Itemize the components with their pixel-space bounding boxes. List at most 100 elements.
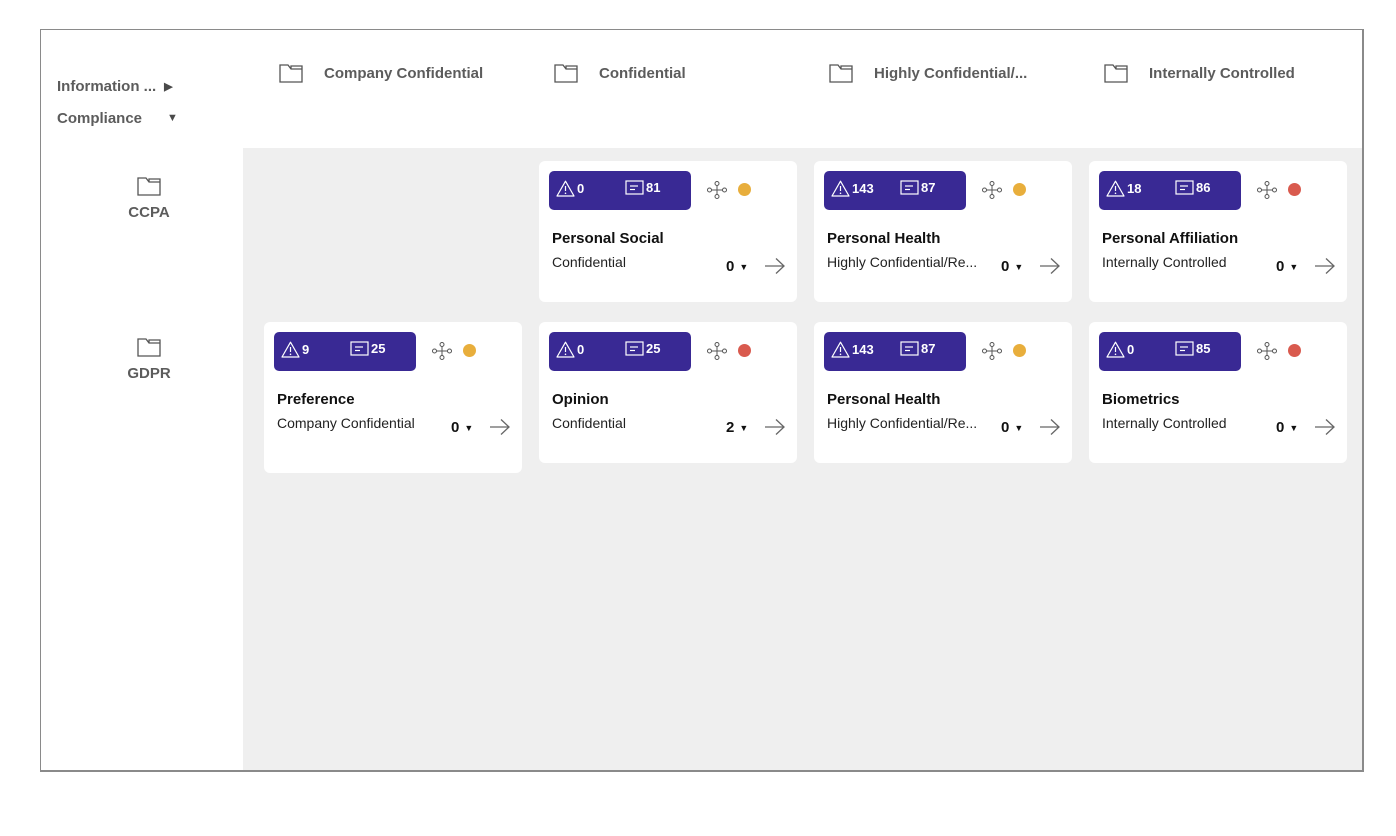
count-value: 0 [1276, 419, 1285, 436]
caret-down-icon: ▼ [1289, 261, 1299, 272]
caret-down-icon: ▼ [464, 422, 474, 433]
count-dropdown[interactable]: 0 ▼ [1276, 419, 1298, 436]
data-card[interactable]: 0 81 Personal Social Confidential 0 ▼ [539, 161, 797, 302]
count-dropdown[interactable]: 2 ▼ [726, 419, 748, 436]
notes-metric[interactable]: 87 [900, 180, 935, 195]
notes-metric[interactable]: 25 [350, 341, 385, 356]
notes-metric[interactable]: 81 [625, 180, 660, 195]
arrow-right-icon[interactable] [1314, 418, 1336, 441]
column-header-confidential[interactable]: Confidential [554, 64, 686, 83]
card-classification: Confidential [552, 254, 626, 270]
notes-metric[interactable]: 85 [1175, 341, 1210, 356]
triangle-right-icon[interactable]: ▶ [164, 80, 172, 93]
count-dropdown[interactable]: 0 ▼ [1001, 258, 1023, 275]
warning-triangle-icon [281, 341, 300, 358]
notes-count: 25 [371, 341, 386, 356]
warnings-metric[interactable]: 143 [831, 341, 874, 358]
notes-count: 86 [1196, 180, 1211, 195]
data-card[interactable]: 143 87 Personal Health Highly Confidenti… [814, 161, 1072, 302]
warnings-metric[interactable]: 0 [556, 341, 584, 358]
status-indicator [463, 344, 476, 357]
network-graph-icon[interactable] [707, 342, 727, 365]
cols-axis-label: Compliance [57, 109, 143, 127]
notes-icon [625, 341, 644, 356]
column-label: Internally Controlled [1149, 65, 1295, 82]
count-dropdown[interactable]: 0 ▼ [1001, 419, 1023, 436]
warnings-count: 143 [852, 342, 874, 357]
notes-metric[interactable]: 86 [1175, 180, 1210, 195]
data-card[interactable]: 0 85 Biometrics Internally Controlled 0 … [1089, 322, 1347, 463]
network-graph-icon[interactable] [982, 181, 1002, 204]
count-dropdown[interactable]: 0 ▼ [726, 258, 748, 275]
arrow-right-icon[interactable] [1314, 257, 1336, 280]
notes-metric[interactable]: 25 [625, 341, 660, 356]
status-indicator [1013, 183, 1026, 196]
notes-icon [900, 180, 919, 195]
folder-icon [137, 338, 161, 357]
arrow-right-icon[interactable] [764, 257, 786, 280]
network-graph-icon[interactable] [707, 181, 727, 204]
card-title[interactable]: Personal Health [827, 391, 940, 408]
row-header-ccpa[interactable]: CCPA [101, 177, 197, 221]
caret-down-icon: ▼ [739, 261, 749, 272]
network-graph-icon[interactable] [1257, 181, 1277, 204]
rows-axis-selector[interactable]: Information ... ▶ [57, 70, 178, 102]
warnings-metric[interactable]: 0 [556, 180, 584, 197]
warning-triangle-icon [831, 341, 850, 358]
card-classification: Confidential [552, 415, 626, 431]
caret-down-icon: ▼ [739, 422, 749, 433]
metrics-badge: 0 81 [549, 171, 691, 210]
notes-count: 87 [921, 180, 936, 195]
network-graph-icon[interactable] [1257, 342, 1277, 365]
count-dropdown[interactable]: 0 ▼ [451, 419, 473, 436]
card-title[interactable]: Personal Health [827, 230, 940, 247]
network-graph-icon[interactable] [982, 342, 1002, 365]
count-value: 2 [726, 419, 735, 436]
warnings-metric[interactable]: 18 [1106, 180, 1141, 197]
warnings-count: 0 [577, 181, 585, 196]
column-header-internally-controlled[interactable]: Internally Controlled [1104, 64, 1295, 83]
triangle-down-icon[interactable]: ▼ [167, 112, 178, 124]
card-classification: Internally Controlled [1102, 415, 1227, 431]
card-classification: Highly Confidential/Re... [827, 415, 978, 431]
warnings-metric[interactable]: 143 [831, 180, 874, 197]
notes-icon [1175, 341, 1194, 356]
caret-down-icon: ▼ [1014, 261, 1024, 272]
column-label: Company Confidential [324, 65, 484, 82]
notes-count: 87 [921, 341, 936, 356]
card-title[interactable]: Personal Affiliation [1102, 230, 1238, 247]
data-card[interactable]: 143 87 Personal Health Highly Confidenti… [814, 322, 1072, 463]
metrics-badge: 0 85 [1099, 332, 1241, 371]
data-card[interactable]: 9 25 Preference Company Confidential 0 ▼ [264, 322, 522, 473]
row-label: CCPA [128, 204, 170, 221]
card-title[interactable]: Biometrics [1102, 391, 1180, 408]
count-dropdown[interactable]: 0 ▼ [1276, 258, 1298, 275]
warnings-metric[interactable]: 0 [1106, 341, 1134, 358]
arrow-right-icon[interactable] [1039, 257, 1061, 280]
warnings-count: 9 [302, 342, 310, 357]
count-value: 0 [726, 258, 735, 275]
cols-axis-selector[interactable]: Compliance ▼ [57, 102, 178, 134]
warning-triangle-icon [556, 341, 575, 358]
network-graph-icon[interactable] [432, 342, 452, 365]
card-title[interactable]: Personal Social [552, 230, 664, 247]
arrow-right-icon[interactable] [764, 418, 786, 441]
count-value: 0 [451, 419, 460, 436]
warnings-count: 0 [1127, 342, 1135, 357]
column-header-company-confidential[interactable]: Company Confidential [279, 64, 483, 83]
notes-metric[interactable]: 87 [900, 341, 935, 356]
column-label: Confidential [599, 65, 686, 82]
folder-icon [554, 64, 578, 83]
column-header-highly-confidential[interactable]: Highly Confidential/... [829, 64, 1027, 83]
card-title[interactable]: Opinion [552, 391, 609, 408]
row-header-gdpr[interactable]: GDPR [101, 338, 197, 382]
data-card[interactable]: 18 86 Personal Affiliation Internally Co… [1089, 161, 1347, 302]
card-title[interactable]: Preference [277, 391, 355, 408]
arrow-right-icon[interactable] [489, 418, 511, 441]
card-classification: Highly Confidential/Re... [827, 254, 978, 270]
data-card[interactable]: 0 25 Opinion Confidential 2 ▼ [539, 322, 797, 463]
folder-icon [279, 64, 303, 83]
folder-icon [137, 177, 161, 196]
warnings-metric[interactable]: 9 [281, 341, 309, 358]
arrow-right-icon[interactable] [1039, 418, 1061, 441]
